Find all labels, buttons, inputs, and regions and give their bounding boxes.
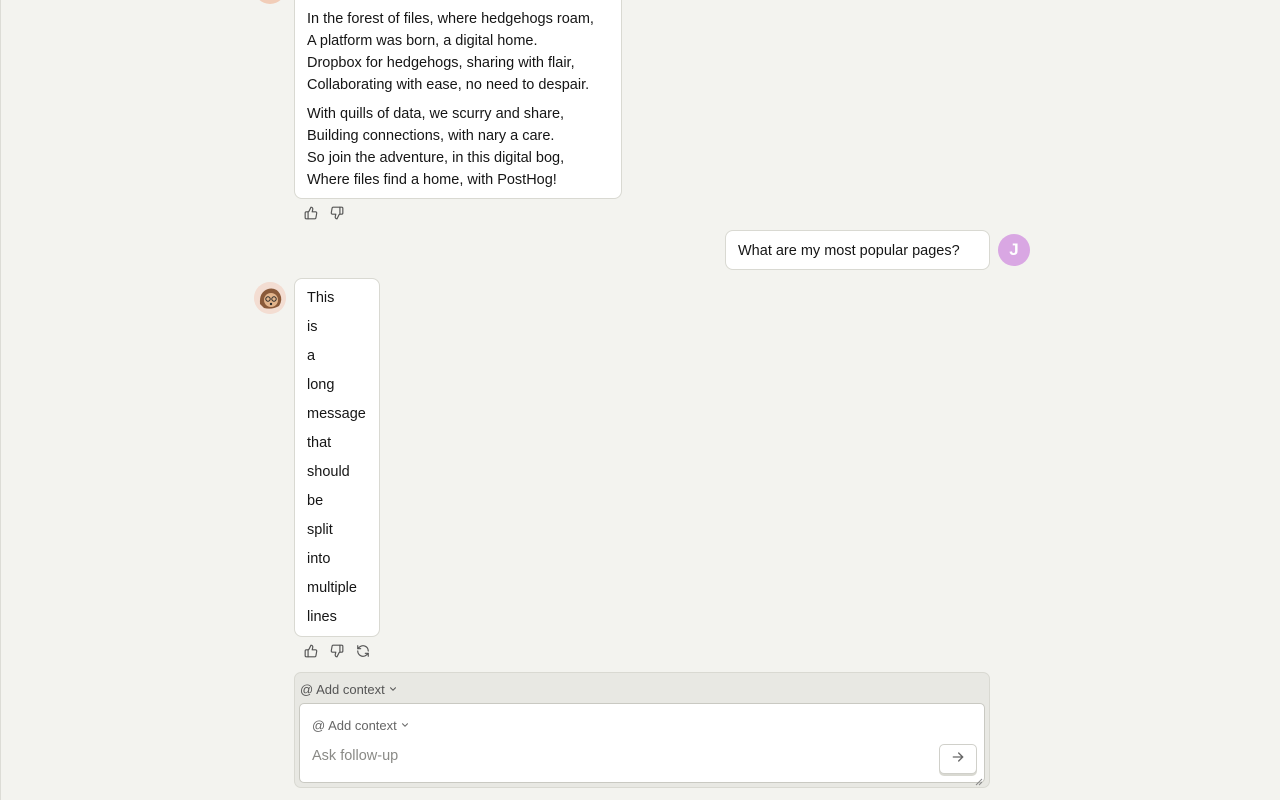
assistant-message-long: This is a long message that should be sp…	[294, 278, 380, 637]
thumbs-up-icon[interactable]	[303, 205, 319, 221]
thumbs-up-icon[interactable]	[303, 643, 319, 659]
thumbs-down-icon[interactable]	[329, 643, 345, 659]
poem-line: With quills of data, we scurry and share…	[307, 106, 565, 122]
poem-stanza-1: In the forest of files, where hedgehogs …	[307, 8, 609, 96]
poem-line: In the forest of files, where hedgehogs …	[307, 11, 594, 27]
assistant-message-poem: In the forest of files, where hedgehogs …	[294, 0, 622, 199]
message-word: should	[307, 464, 350, 480]
user-message-text: What are my most popular pages?	[738, 243, 960, 259]
followup-input[interactable]	[312, 748, 932, 764]
hedgehog-avatar	[254, 282, 286, 314]
composer: @ Add context @ Add context	[294, 672, 990, 788]
message-word: This	[307, 290, 335, 306]
message-word: long	[307, 377, 335, 393]
chevron-down-icon	[400, 718, 410, 733]
poem-line: A platform was born, a digital home.	[307, 33, 538, 49]
thumbs-down-icon[interactable]	[329, 205, 345, 221]
message-word: multiple	[307, 580, 357, 596]
add-context-button[interactable]: @ Add context	[300, 682, 398, 697]
inner-add-context-button[interactable]: @ Add context	[312, 718, 410, 733]
chat-thread: In the forest of files, where hedgehogs …	[0, 0, 1280, 800]
chevron-down-icon	[388, 682, 398, 697]
inner-add-context-label: @ Add context	[312, 718, 397, 733]
message-word: lines	[307, 609, 337, 625]
arrow-right-icon	[950, 749, 966, 770]
poem-line: Collaborating with ease, no need to desp…	[307, 77, 590, 93]
long-message-actions	[303, 643, 371, 659]
resize-handle-icon[interactable]	[975, 773, 983, 786]
message-word: message	[307, 406, 366, 422]
user-avatar: J	[998, 234, 1030, 266]
user-initial: J	[1009, 240, 1019, 259]
retry-icon[interactable]	[355, 643, 371, 659]
user-message: What are my most popular pages?	[725, 230, 990, 270]
poem-line: Where files find a home, with PostHog!	[307, 172, 557, 188]
send-button[interactable]	[939, 744, 977, 774]
message-word: be	[307, 493, 324, 509]
message-word: split	[307, 522, 333, 538]
poem-stanza-2: With quills of data, we scurry and share…	[307, 103, 609, 191]
message-word: into	[307, 551, 331, 567]
poem-line: So join the adventure, in this digital b…	[307, 150, 565, 166]
message-word: that	[307, 435, 332, 451]
add-context-label: @ Add context	[300, 682, 385, 697]
hedgehog-avatar	[254, 0, 286, 4]
followup-input-box: @ Add context	[299, 703, 985, 786]
poem-message-actions	[303, 205, 345, 221]
message-word: a	[307, 348, 316, 364]
message-word: is	[307, 319, 318, 335]
poem-line: Dropbox for hedgehogs, sharing with flai…	[307, 55, 575, 71]
poem-line: Building connections, with nary a care.	[307, 128, 555, 144]
